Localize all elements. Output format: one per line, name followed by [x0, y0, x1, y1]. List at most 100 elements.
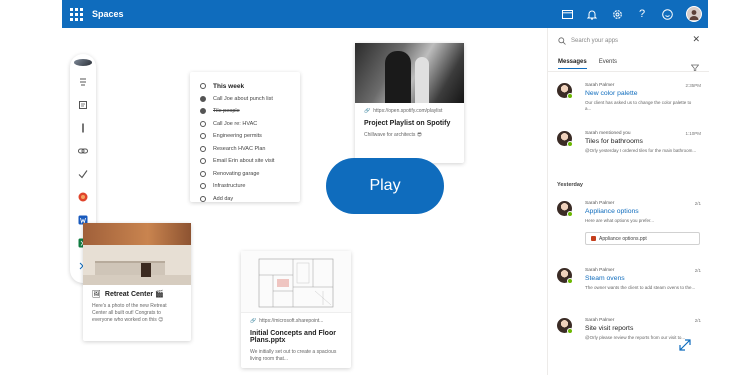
- playlist-link[interactable]: 🔗 https://open.spotify.com/playlist: [364, 108, 455, 114]
- app-title: Spaces: [92, 9, 124, 19]
- smile-icon[interactable]: [661, 8, 673, 20]
- search-placeholder: Search your apps: [571, 38, 619, 44]
- todo-item[interactable]: Engineering permits: [200, 130, 290, 143]
- message-time: 2/1: [694, 201, 701, 206]
- avatar: [557, 131, 573, 147]
- play-button[interactable]: Play: [326, 158, 444, 214]
- checkbox[interactable]: [200, 145, 206, 152]
- sticker-icon[interactable]: [77, 191, 89, 203]
- link-icon[interactable]: [77, 145, 89, 157]
- retreat-body: Here's a photo of the new Retreat Center…: [92, 303, 167, 323]
- help-icon[interactable]: ?: [636, 8, 648, 20]
- checkbox[interactable]: [200, 95, 206, 102]
- checkbox[interactable]: [200, 83, 206, 90]
- playlist-image: [355, 43, 464, 103]
- plans-title: Initial Concepts and Floor Plans.pptx: [250, 330, 336, 344]
- todo-item-label: Email Erin about site visit: [213, 158, 275, 165]
- avatar[interactable]: [686, 6, 702, 22]
- settings-icon[interactable]: [611, 8, 623, 20]
- message-subject[interactable]: Steam ovens: [585, 275, 625, 282]
- message-item[interactable]: Sarah Palmer 2/1 Appliance options Here are…: [557, 201, 701, 247]
- tab-events[interactable]: Events: [599, 59, 617, 69]
- todo-item[interactable]: Call Joe about punch list: [200, 93, 290, 106]
- link-icon: 🔗: [364, 108, 371, 114]
- message-subject[interactable]: New color palette: [585, 90, 638, 97]
- avatar: [557, 201, 573, 217]
- checkbox[interactable]: [200, 133, 206, 140]
- todo-item[interactable]: Infrastructure: [200, 180, 290, 193]
- todo-card[interactable]: This week Call Joe about punch list Tile …: [190, 72, 300, 202]
- presence-dot: [567, 141, 573, 147]
- checkbox[interactable]: [200, 183, 206, 190]
- todo-item[interactable]: Call Joe re: HVAC: [200, 118, 290, 131]
- search-box[interactable]: Search your apps: [558, 34, 688, 48]
- message-item[interactable]: Sarah mentioned you 1:10PM Tiles for bathr…: [557, 131, 701, 165]
- waffle-icon: [69, 7, 83, 21]
- message-item[interactable]: Sarah Palmer 2/1 Steam ovens The owner want…: [557, 268, 701, 302]
- message-time: 1:10PM: [685, 131, 701, 136]
- plans-url: https://microsoft.sharepoint...: [259, 318, 324, 324]
- message-subject: Site visit reports: [585, 325, 634, 332]
- message-sender: Sarah Palmer: [585, 268, 615, 273]
- expand-icon[interactable]: [678, 338, 692, 357]
- message-item[interactable]: Sarah Palmer 2:35PM New color palette Our c…: [557, 83, 701, 117]
- presence-dot: [567, 211, 573, 217]
- retreat-title-row: 🖼 Retreat Center 🎬: [92, 290, 182, 298]
- checkbox[interactable]: [200, 195, 206, 202]
- tab-messages[interactable]: Messages: [558, 59, 587, 69]
- pen-icon[interactable]: [77, 122, 89, 134]
- home-icon[interactable]: [77, 76, 89, 88]
- checkbox[interactable]: [200, 170, 206, 177]
- todo-item[interactable]: Add day: [200, 193, 290, 206]
- playlist-url: https://open.spotify.com/playlist: [373, 108, 443, 114]
- checkbox[interactable]: [200, 108, 206, 115]
- message-preview: Here are what options you prefer...: [585, 218, 655, 223]
- playlist-card[interactable]: 🔗 https://open.spotify.com/playlist Proj…: [355, 43, 464, 163]
- message-subject: Tiles for bathrooms: [585, 138, 643, 145]
- todo-item[interactable]: Tile people: [200, 105, 290, 118]
- app-launcher-button[interactable]: [62, 0, 90, 28]
- avatar[interactable]: [74, 59, 92, 66]
- todo-item[interactable]: Research HVAC Plan: [200, 143, 290, 156]
- checkbox[interactable]: [200, 120, 206, 127]
- message-preview: The owner wants the client to add steam …: [585, 285, 696, 290]
- checkbox[interactable]: [200, 158, 206, 165]
- retreat-card[interactable]: 🖼 Retreat Center 🎬 Here's a photo of the…: [83, 223, 191, 341]
- plans-body: We initially set out to create a spaciou…: [250, 349, 337, 362]
- message-sender: Sarah Palmer: [585, 83, 615, 88]
- message-subject[interactable]: Appliance options: [585, 208, 639, 215]
- powerpoint-icon: [591, 236, 596, 241]
- link-icon: 🔗: [250, 318, 257, 324]
- avatar: [557, 83, 573, 99]
- plans-link[interactable]: 🔗 https://microsoft.sharepoint...: [250, 318, 342, 324]
- photo-icon: 🖼: [92, 291, 101, 298]
- todo-item-label: Infrastructure: [213, 183, 246, 190]
- floor-plans-card[interactable]: 🔗 https://microsoft.sharepoint... Initia…: [241, 251, 351, 368]
- presence-dot: [567, 93, 573, 99]
- todo-item-label: Call Joe about punch list: [213, 95, 273, 102]
- message-preview: @Orly yesterday I ordered tiles for the …: [585, 148, 697, 153]
- attachment-chip[interactable]: Appliance options.ppt: [585, 232, 700, 245]
- filter-icon[interactable]: [690, 59, 700, 77]
- top-bar: Spaces ?: [62, 0, 708, 28]
- search-icon: [558, 37, 566, 45]
- avatar: [557, 318, 573, 334]
- close-icon[interactable]: ✕: [692, 34, 700, 45]
- calendar-icon[interactable]: [561, 8, 573, 20]
- message-time: 2:35PM: [685, 83, 701, 88]
- todo-item-label: Tile people: [213, 108, 240, 115]
- message-sender: Sarah Palmer: [585, 201, 615, 206]
- attachment-name: Appliance options.ppt: [599, 235, 647, 242]
- notes-icon[interactable]: [77, 99, 89, 111]
- presence-dot: [567, 328, 573, 334]
- todo-list: Call Joe about punch list Tile people Call…: [200, 93, 290, 206]
- message-sender: Sarah mentioned you: [585, 131, 631, 136]
- todo-item[interactable]: Email Erin about site visit: [200, 155, 290, 168]
- todo-item[interactable]: Renovating garage: [200, 168, 290, 181]
- check-icon[interactable]: [77, 168, 89, 180]
- pane-tabs: Messages Events: [558, 59, 617, 69]
- message-preview: Our client has asked us to change the co…: [585, 100, 692, 111]
- activity-pane: Search your apps ✕ Messages Events Sarah…: [547, 28, 709, 375]
- playlist-subtitle: Chillwave for architects 😎: [364, 132, 423, 138]
- bell-icon[interactable]: [586, 8, 598, 20]
